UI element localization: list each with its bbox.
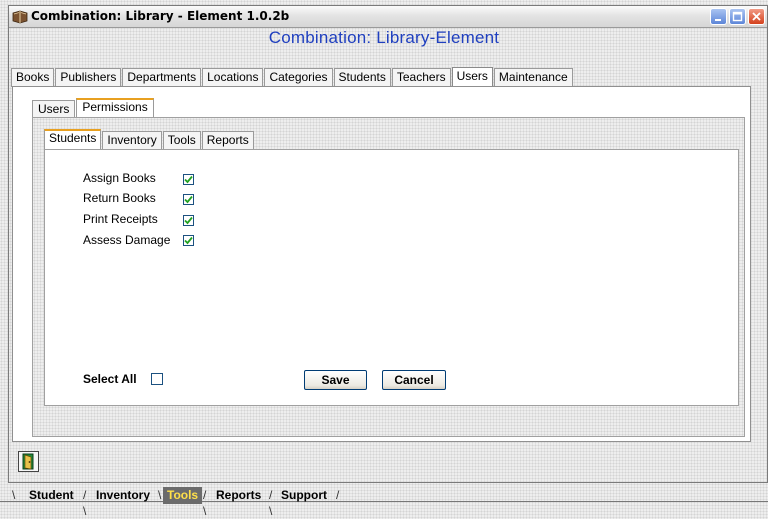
save-button[interactable]: Save: [304, 370, 367, 390]
subtab-users[interactable]: Users: [32, 100, 76, 118]
maximize-button[interactable]: [729, 8, 746, 25]
minimize-icon: [715, 19, 721, 21]
bottom-tab-support[interactable]: Support: [281, 487, 327, 504]
users-subtab-strip: Users Permissions: [32, 98, 155, 118]
student-permissions-panel: [44, 149, 739, 406]
check-icon: [184, 216, 193, 225]
subtab-permissions[interactable]: Permissions: [76, 98, 154, 118]
permission-label: Print Receipts: [83, 212, 158, 226]
tab-departments[interactable]: Departments: [122, 68, 202, 87]
tab-publishers[interactable]: Publishers: [55, 68, 122, 87]
perm-tab-students[interactable]: Students: [44, 129, 102, 149]
assess-damage-checkbox[interactable]: [183, 235, 194, 246]
bottom-tab-reports[interactable]: Reports: [216, 487, 261, 504]
print-receipts-checkbox[interactable]: [183, 215, 194, 226]
permission-label: Return Books: [83, 191, 156, 205]
perm-tab-tools[interactable]: Tools: [162, 131, 201, 149]
tab-separator: /: [336, 488, 340, 502]
tab-separator: / \: [269, 488, 273, 518]
tab-categories[interactable]: Categories: [264, 68, 333, 87]
check-icon: [184, 236, 193, 245]
maximize-icon: [732, 11, 743, 22]
main-tab-strip: Books Publishers Departments Locations C…: [11, 67, 574, 87]
permission-label: Assess Damage: [83, 233, 171, 247]
select-all-label: Select All: [83, 372, 137, 386]
check-icon: [184, 195, 193, 204]
exit-button[interactable]: [18, 451, 39, 472]
minimize-button[interactable]: [710, 8, 727, 25]
bottom-tab-inventory[interactable]: Inventory: [96, 487, 150, 504]
tab-separator: / \: [83, 488, 87, 518]
tab-maintenance[interactable]: Maintenance: [493, 68, 573, 87]
return-books-checkbox[interactable]: [183, 194, 194, 205]
assign-books-checkbox[interactable]: [183, 174, 194, 185]
check-icon: [184, 175, 193, 184]
tab-students[interactable]: Students: [333, 68, 391, 87]
permissions-subtab-strip: Students Inventory Tools Reports: [44, 129, 255, 149]
window-title: Combination: Library - Element 1.0.2b: [31, 9, 290, 23]
tab-separator: \: [158, 488, 162, 502]
perm-tab-inventory[interactable]: Inventory: [102, 131, 162, 149]
title-bar[interactable]: Combination: Library - Element 1.0.2b: [9, 6, 767, 28]
select-all-checkbox[interactable]: [151, 373, 163, 385]
tab-users[interactable]: Users: [451, 67, 493, 87]
permission-label: Assign Books: [83, 171, 156, 185]
bottom-tab-student[interactable]: Student: [29, 487, 74, 504]
close-icon: [752, 12, 761, 21]
perm-tab-reports[interactable]: Reports: [201, 131, 254, 149]
close-button[interactable]: [748, 8, 765, 25]
cancel-button[interactable]: Cancel: [382, 370, 446, 390]
tab-teachers[interactable]: Teachers: [391, 68, 451, 87]
tab-books[interactable]: Books: [11, 68, 55, 87]
tab-separator: / \: [203, 488, 207, 518]
door-exit-icon: [22, 453, 34, 470]
library-app-icon: [12, 10, 28, 24]
tab-locations[interactable]: Locations: [202, 68, 264, 87]
bottom-tab-tools[interactable]: Tools: [163, 487, 203, 504]
tab-separator: \: [12, 488, 16, 502]
app-heading: Combination: Library-Element: [268, 28, 500, 47]
